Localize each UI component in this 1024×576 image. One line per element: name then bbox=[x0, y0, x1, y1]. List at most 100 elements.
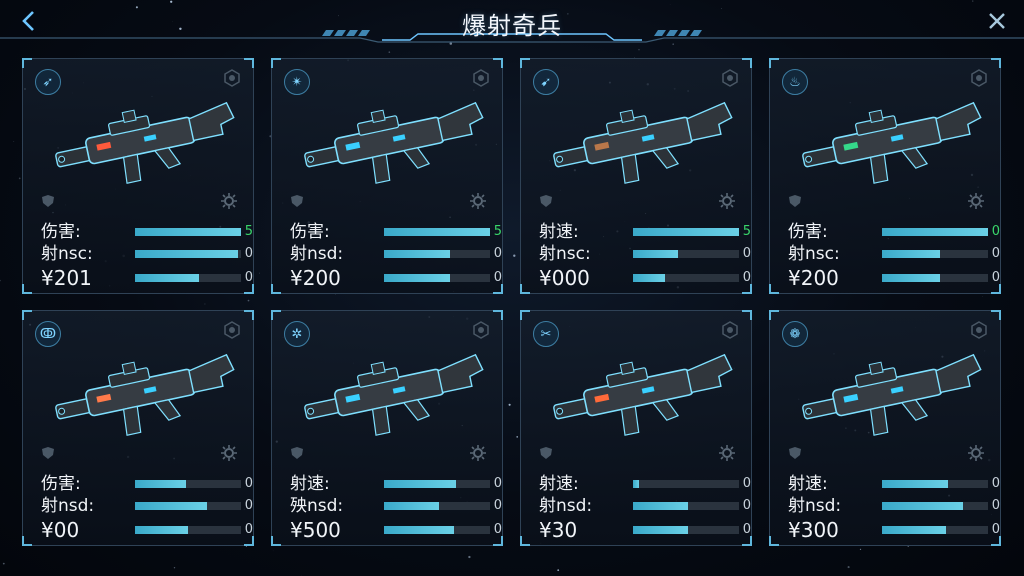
stat-value: 0 bbox=[493, 246, 502, 261]
spark-icon: ✲ bbox=[284, 321, 310, 347]
emblem-icon bbox=[472, 321, 490, 339]
weapon-card[interactable]: ✲ 射速: 0 殃nsd: 0 ¥500 0 bbox=[271, 310, 503, 546]
back-button[interactable] bbox=[14, 6, 44, 36]
stat-label: 殃nsd: bbox=[290, 496, 344, 516]
stat-row: ¥30 0 bbox=[535, 519, 751, 541]
stat-bar-fill bbox=[633, 502, 689, 510]
stat-row: 伤害: 0 bbox=[784, 221, 1000, 243]
gear-icon bbox=[719, 445, 735, 461]
stat-bar bbox=[384, 274, 490, 282]
stat-label: 伤害: bbox=[41, 474, 81, 494]
stat-bar bbox=[633, 228, 739, 236]
stat-label: 伤害: bbox=[41, 222, 81, 242]
stat-bar-fill bbox=[882, 274, 941, 282]
stat-bar-fill bbox=[384, 228, 490, 236]
stat-bar bbox=[882, 250, 988, 258]
stat-value: 0 bbox=[991, 498, 1000, 513]
stat-row: 伤害: 0 bbox=[37, 473, 253, 495]
stat-bar-fill bbox=[633, 250, 678, 258]
stat-row: ¥200 0 bbox=[784, 267, 1000, 289]
stat-row: ¥500 0 bbox=[286, 518, 502, 542]
stat-label: 射速: bbox=[539, 222, 579, 242]
stat-bar bbox=[633, 250, 739, 258]
shield-icon bbox=[539, 445, 553, 459]
stat-bar bbox=[633, 526, 739, 534]
weapon-card[interactable]: ↂ 伤害: 0 射nsd: 0 ¥00 0 bbox=[22, 310, 254, 546]
gear-icon bbox=[470, 193, 486, 209]
shield-icon bbox=[290, 193, 304, 207]
stat-bar bbox=[882, 502, 988, 510]
stat-value: 5 bbox=[742, 224, 751, 239]
weapon-card[interactable]: ✂ 射速: 0 射nsd: 0 ¥30 0 bbox=[520, 310, 752, 546]
stat-row: 伤害: 5 bbox=[37, 221, 253, 243]
stat-row: ¥00 0 bbox=[37, 518, 253, 542]
stat-value: 0 bbox=[244, 246, 253, 261]
arrow-icon: ➶ bbox=[35, 69, 61, 95]
stat-value: 0 bbox=[742, 522, 751, 537]
weapon-card[interactable]: ➹ 射速: 5 射nsc: 0 ¥000 0 bbox=[520, 58, 752, 294]
stat-value: 0 bbox=[742, 270, 751, 285]
stat-row: 射nsc: 0 bbox=[37, 243, 253, 265]
weapon-image bbox=[541, 349, 741, 441]
shield-icon bbox=[788, 445, 802, 459]
stat-bar-fill bbox=[135, 502, 208, 510]
stat-label: 射nsd: bbox=[539, 496, 593, 516]
weapon-card[interactable]: ❁ 射速: 0 射nsd: 0 ¥300 0 bbox=[769, 310, 1001, 546]
shield-icon bbox=[41, 193, 55, 207]
stat-value: 0 bbox=[991, 246, 1000, 261]
gear-icon bbox=[221, 193, 237, 209]
price-label: ¥00 bbox=[41, 518, 80, 542]
emblem-icon bbox=[223, 69, 241, 87]
stat-row: 射nsd: 0 bbox=[286, 243, 502, 265]
gear-icon bbox=[221, 445, 237, 461]
stat-bar-fill bbox=[633, 274, 665, 282]
weapon-image bbox=[541, 97, 741, 189]
weapon-card[interactable]: ✴ 伤害: 5 射nsd: 0 ¥200 0 bbox=[271, 58, 503, 294]
close-button[interactable] bbox=[982, 6, 1012, 36]
stat-label: 射nsd: bbox=[290, 244, 344, 264]
stat-value: 0 bbox=[991, 476, 1000, 491]
shield-icon bbox=[290, 445, 304, 459]
stat-row: ¥201 0 bbox=[37, 266, 253, 290]
price-label: ¥200 bbox=[290, 266, 341, 290]
stat-bar-fill bbox=[384, 274, 450, 282]
stat-value: 0 bbox=[244, 476, 253, 491]
stat-bar bbox=[135, 480, 241, 488]
weapon-image bbox=[43, 349, 243, 441]
weapon-card[interactable]: ♨ 伤害: 0 射nsc: 0 ¥200 0 bbox=[769, 58, 1001, 294]
stat-value: 5 bbox=[244, 224, 253, 239]
price-label: ¥500 bbox=[290, 518, 341, 542]
price-label: ¥201 bbox=[41, 266, 92, 290]
emblem-icon bbox=[472, 69, 490, 87]
stat-row: 射nsc: 0 bbox=[535, 243, 751, 265]
stat-bar bbox=[384, 228, 490, 236]
stat-label: 伤害: bbox=[290, 222, 330, 242]
stat-value: 0 bbox=[493, 476, 502, 491]
stat-bar-fill bbox=[135, 250, 238, 258]
stat-value: 0 bbox=[742, 498, 751, 513]
stat-label: 射nsd: bbox=[788, 496, 842, 516]
stat-row: 射nsc: 0 bbox=[784, 243, 1000, 265]
weapon-grid: ➶ 伤害: 5 射nsc: 0 ¥201 0 ✴ 伤害: 5 射nsd: 0 ¥200 0 ➹ 射速: 5 射ns… bbox=[22, 58, 1002, 552]
weapon-image bbox=[43, 97, 243, 189]
stat-bar bbox=[882, 480, 988, 488]
stat-row: 射速: 5 bbox=[535, 221, 751, 243]
star-icon: ✴ bbox=[284, 69, 310, 95]
stat-bar-fill bbox=[882, 228, 988, 236]
stat-row: 射速: 0 bbox=[535, 473, 751, 495]
stat-row: 殃nsd: 0 bbox=[286, 495, 502, 517]
emblem-icon bbox=[721, 321, 739, 339]
page-title: 爆射奇兵 bbox=[462, 12, 562, 40]
stat-bar bbox=[384, 526, 490, 534]
stat-bar bbox=[633, 480, 739, 488]
gear-icon bbox=[968, 445, 984, 461]
stat-value: 0 bbox=[244, 498, 253, 513]
stat-bar bbox=[384, 502, 490, 510]
stat-bar-fill bbox=[633, 228, 739, 236]
stat-bar-fill bbox=[882, 502, 963, 510]
stat-bar-fill bbox=[882, 250, 941, 258]
stat-bar bbox=[135, 526, 241, 534]
stat-value: 0 bbox=[742, 476, 751, 491]
weapon-card[interactable]: ➶ 伤害: 5 射nsc: 0 ¥201 0 bbox=[22, 58, 254, 294]
stat-label: 射速: bbox=[788, 474, 828, 494]
